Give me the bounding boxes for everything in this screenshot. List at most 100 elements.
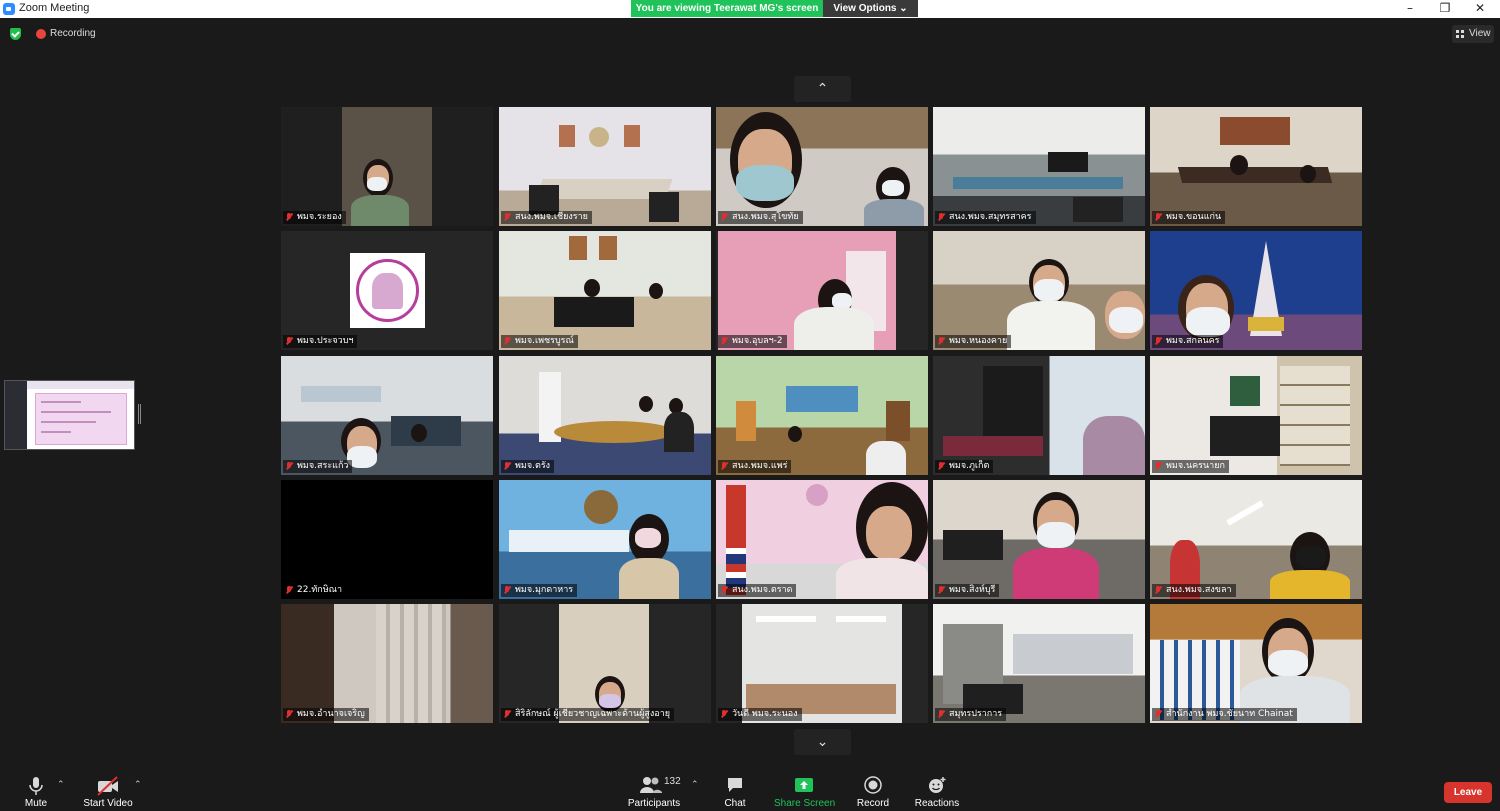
video-tile[interactable]: พมจ.สระแก้ว <box>281 356 493 475</box>
encryption-shield-icon[interactable] <box>10 28 21 40</box>
record-icon <box>864 776 882 794</box>
video-tile[interactable]: พมจ.ภูเก็ต <box>933 356 1145 475</box>
close-button[interactable]: ✕ <box>1460 0 1500 18</box>
video-tile[interactable]: 22.ทักษิณา <box>281 480 493 599</box>
participant-name: พมจ.สกลนคร <box>1166 336 1220 346</box>
reactions-button[interactable]: Reactions <box>912 770 962 811</box>
video-tile[interactable]: สนง.พมจ.สุโขทัย <box>716 107 928 226</box>
mute-label: Mute <box>24 798 48 809</box>
participant-name: สนง.พมจ.สงขลา <box>1166 585 1232 595</box>
muted-mic-icon <box>286 586 292 595</box>
audio-options-caret[interactable]: ⌃ <box>57 780 65 790</box>
video-tile[interactable]: พมจ.สกลนคร <box>1150 231 1362 350</box>
video-tile[interactable]: สนง.พมจ.แพร่ <box>716 356 928 475</box>
muted-mic-icon <box>938 586 944 595</box>
start-video-button[interactable]: Start Video <box>80 770 136 811</box>
muted-mic-icon <box>504 213 510 222</box>
reactions-label: Reactions <box>914 798 960 809</box>
participant-name: สำนักงาน พมจ.ชัยนาท Chainat <box>1166 709 1293 719</box>
muted-mic-icon <box>1155 213 1161 222</box>
participant-name: พมจ.ขอนแก่น <box>1166 212 1222 222</box>
participants-icon <box>640 777 662 793</box>
viewing-screen-banner: You are viewing Teerawat MG's screen <box>631 0 823 17</box>
participant-name: พมจ.ตรัง <box>515 461 551 471</box>
record-label: Record <box>856 798 890 809</box>
video-tile[interactable]: พมจ.ขอนแก่น <box>1150 107 1362 226</box>
muted-mic-icon <box>504 710 510 719</box>
video-tile[interactable]: สำนักงาน พมจ.ชัยนาท Chainat <box>1150 604 1362 723</box>
participant-name: พมจ.อุบลฯ-2 <box>732 336 783 346</box>
video-tile[interactable]: สนง.พมจ.สงขลา <box>1150 480 1362 599</box>
muted-mic-icon <box>938 337 944 346</box>
muted-mic-icon <box>938 710 944 719</box>
participant-name: พมจ.มุกดาหาร <box>515 585 574 595</box>
view-options-label: View Options <box>833 3 897 14</box>
video-tile[interactable]: สนง.พมจ.เชียงราย <box>499 107 711 226</box>
participants-options-caret[interactable]: ⌃ <box>691 780 699 790</box>
participants-button[interactable]: 132 Participants <box>626 770 682 811</box>
participant-name: สนง.พมจ.เชียงราย <box>515 212 588 222</box>
muted-mic-icon <box>504 462 510 471</box>
share-screen-label: Share Screen <box>774 798 836 809</box>
video-tile[interactable]: พมจ.ตรัง <box>499 356 711 475</box>
participant-name: สนง.พมจ.แพร่ <box>732 461 788 471</box>
muted-mic-icon <box>286 462 292 471</box>
video-tile[interactable]: สนง.พมจ.สมุทรสาคร <box>933 107 1145 226</box>
muted-mic-icon <box>286 337 292 346</box>
muted-mic-icon <box>1155 710 1161 719</box>
video-options-caret[interactable]: ⌃ <box>134 780 142 790</box>
participant-name: สมุทรปราการ <box>949 709 1003 719</box>
chat-button[interactable]: Chat <box>715 770 755 811</box>
participant-name: พมจ.อำนาจเจริญ <box>297 709 365 719</box>
muted-mic-icon <box>1155 462 1161 471</box>
muted-mic-icon <box>721 586 727 595</box>
video-tile[interactable]: พมจ.นครนายก <box>1150 356 1362 475</box>
video-tile[interactable]: สิริลักษณ์ ผู้เชี่ยวชาญเฉพาะด้านผู้สูงอา… <box>499 604 711 723</box>
record-button[interactable]: Record <box>853 770 893 811</box>
window-title: Zoom Meeting <box>19 2 90 14</box>
share-screen-button[interactable]: Share Screen <box>774 770 836 811</box>
participant-name: พมจ.ภูเก็ต <box>949 461 990 471</box>
participants-label: Participants <box>627 798 681 809</box>
video-off-icon <box>97 776 118 796</box>
minimize-button[interactable]: – <box>1390 0 1430 18</box>
video-tile[interactable]: พมจ.มุกดาหาร <box>499 480 711 599</box>
view-options-button[interactable]: View Options ⌄ <box>823 0 918 17</box>
restore-button[interactable]: ❐ <box>1425 0 1465 18</box>
participant-name: พมจ.ประจวบฯ <box>297 336 354 346</box>
page-up-button[interactable]: ⌃ <box>794 76 851 102</box>
resize-handle[interactable] <box>138 404 141 424</box>
video-tile[interactable]: พมจ.อุบลฯ-2 <box>716 231 928 350</box>
muted-mic-icon <box>721 337 727 346</box>
video-tile[interactable]: สมุทรปราการ <box>933 604 1145 723</box>
video-tile[interactable]: พมจ.ประจวบฯ <box>281 231 493 350</box>
muted-mic-icon <box>721 710 727 719</box>
video-tile[interactable]: พมจ.หนองคาย <box>933 231 1145 350</box>
chat-icon <box>728 778 742 792</box>
muted-mic-icon <box>504 586 510 595</box>
participant-name: วันดี พมจ.ระนอง <box>732 709 798 719</box>
muted-mic-icon <box>938 213 944 222</box>
recording-icon <box>36 29 46 39</box>
video-tile[interactable]: พมจ.สิงห์บุรี <box>933 480 1145 599</box>
page-down-button[interactable]: ⌄ <box>794 729 851 755</box>
video-tile[interactable]: พมจ.เพชรบูรณ์ <box>499 231 711 350</box>
muted-mic-icon <box>721 462 727 471</box>
muted-mic-icon <box>286 213 292 222</box>
participant-name: สิริลักษณ์ ผู้เชี่ยวชาญเฉพาะด้านผู้สูงอา… <box>515 709 671 719</box>
muted-mic-icon <box>721 213 727 222</box>
start-video-label: Start Video <box>83 798 133 809</box>
participant-name: พมจ.สระแก้ว <box>297 461 349 471</box>
meeting-toolbar: Mute ⌃ Start Video ⌃ 132 Participants ⌃ … <box>0 770 1500 811</box>
video-tile[interactable]: พมจ.อำนาจเจริญ <box>281 604 493 723</box>
view-button[interactable]: View <box>1452 25 1494 43</box>
mute-button[interactable]: Mute <box>16 770 56 811</box>
video-tile[interactable]: พมจ.ระยอง <box>281 107 493 226</box>
video-tile[interactable]: สนง.พมจ.ตราด <box>716 480 928 599</box>
leave-button[interactable]: Leave <box>1444 782 1492 803</box>
share-screen-icon <box>795 778 813 792</box>
microphone-icon <box>29 777 43 795</box>
video-tile[interactable]: วันดี พมจ.ระนอง <box>716 604 928 723</box>
participant-name: พมจ.สิงห์บุรี <box>949 585 996 595</box>
shared-screen-thumbnail[interactable] <box>4 380 135 450</box>
